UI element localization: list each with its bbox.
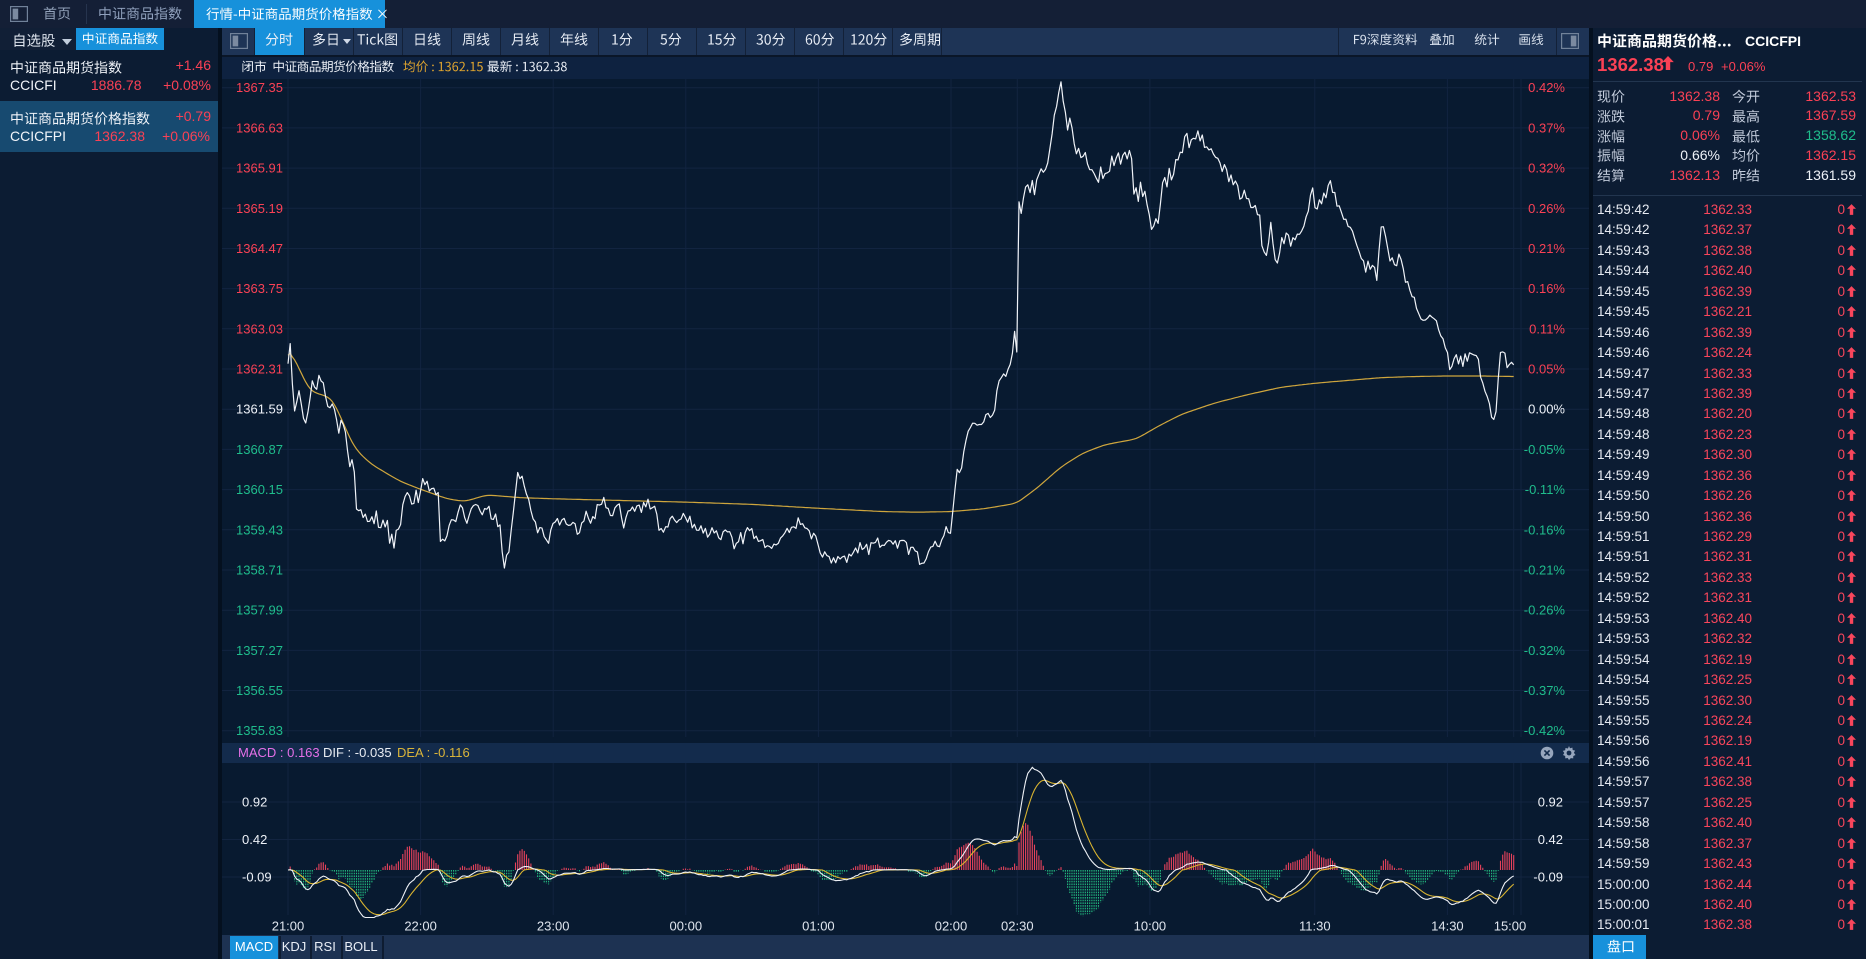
svg-text:-0.26%: -0.26%: [1524, 603, 1566, 618]
svg-text:23:00: 23:00: [537, 919, 570, 934]
svg-text:1357.99: 1357.99: [236, 603, 283, 618]
svg-text:15:00: 15:00: [1494, 919, 1527, 934]
svg-text:0.21%: 0.21%: [1528, 241, 1565, 256]
svg-text:00:00: 00:00: [670, 919, 703, 934]
svg-text:21:00: 21:00: [272, 919, 305, 934]
svg-text:22:00: 22:00: [404, 919, 437, 934]
svg-text:-0.16%: -0.16%: [1524, 522, 1566, 537]
svg-text:1360.15: 1360.15: [236, 482, 283, 497]
svg-text:1362.31: 1362.31: [236, 362, 283, 377]
svg-text:0.42%: 0.42%: [1528, 80, 1565, 95]
svg-text:14:30: 14:30: [1431, 919, 1464, 934]
svg-text:0.11%: 0.11%: [1529, 321, 1565, 336]
svg-text:0.26%: 0.26%: [1528, 201, 1565, 216]
svg-text:1366.63: 1366.63: [236, 120, 283, 135]
svg-text:1356.55: 1356.55: [236, 683, 283, 698]
svg-text:10:00: 10:00: [1134, 919, 1167, 934]
svg-text:1355.83: 1355.83: [236, 723, 283, 738]
svg-text:0.42: 0.42: [1538, 832, 1563, 847]
svg-text:1364.47: 1364.47: [236, 241, 283, 256]
svg-text:-0.09: -0.09: [1533, 870, 1563, 885]
svg-text:-0.37%: -0.37%: [1524, 683, 1566, 698]
svg-text:01:00: 01:00: [802, 919, 835, 934]
svg-text:0.00%: 0.00%: [1528, 402, 1565, 417]
svg-text:1361.59: 1361.59: [236, 402, 283, 417]
svg-text:0.05%: 0.05%: [1528, 362, 1565, 377]
svg-text:-0.05%: -0.05%: [1524, 442, 1566, 457]
svg-text:0.37%: 0.37%: [1528, 120, 1565, 135]
svg-text:1359.43: 1359.43: [236, 522, 283, 537]
svg-text:0.92: 0.92: [242, 795, 267, 810]
svg-text:02:30: 02:30: [1001, 919, 1034, 934]
svg-text:-0.09: -0.09: [242, 870, 272, 885]
svg-text:-0.32%: -0.32%: [1524, 643, 1566, 658]
svg-text:-0.42%: -0.42%: [1524, 723, 1566, 738]
svg-text:1367.35: 1367.35: [236, 80, 283, 95]
svg-text:0.92: 0.92: [1538, 795, 1563, 810]
svg-text:-0.11%: -0.11%: [1525, 482, 1566, 497]
svg-text:-0.21%: -0.21%: [1524, 563, 1566, 578]
svg-text:0.42: 0.42: [242, 832, 267, 847]
svg-text:1363.03: 1363.03: [236, 321, 283, 336]
svg-text:1358.71: 1358.71: [236, 563, 283, 578]
svg-text:1365.19: 1365.19: [236, 201, 283, 216]
svg-text:0.16%: 0.16%: [1528, 281, 1565, 296]
svg-text:1360.87: 1360.87: [236, 442, 283, 457]
svg-text:1357.27: 1357.27: [236, 643, 283, 658]
svg-text:0.32%: 0.32%: [1528, 161, 1565, 176]
svg-text:1365.91: 1365.91: [236, 161, 283, 176]
svg-text:02:00: 02:00: [935, 919, 968, 934]
svg-text:1363.75: 1363.75: [236, 281, 283, 296]
svg-text:11:30: 11:30: [1299, 919, 1331, 934]
